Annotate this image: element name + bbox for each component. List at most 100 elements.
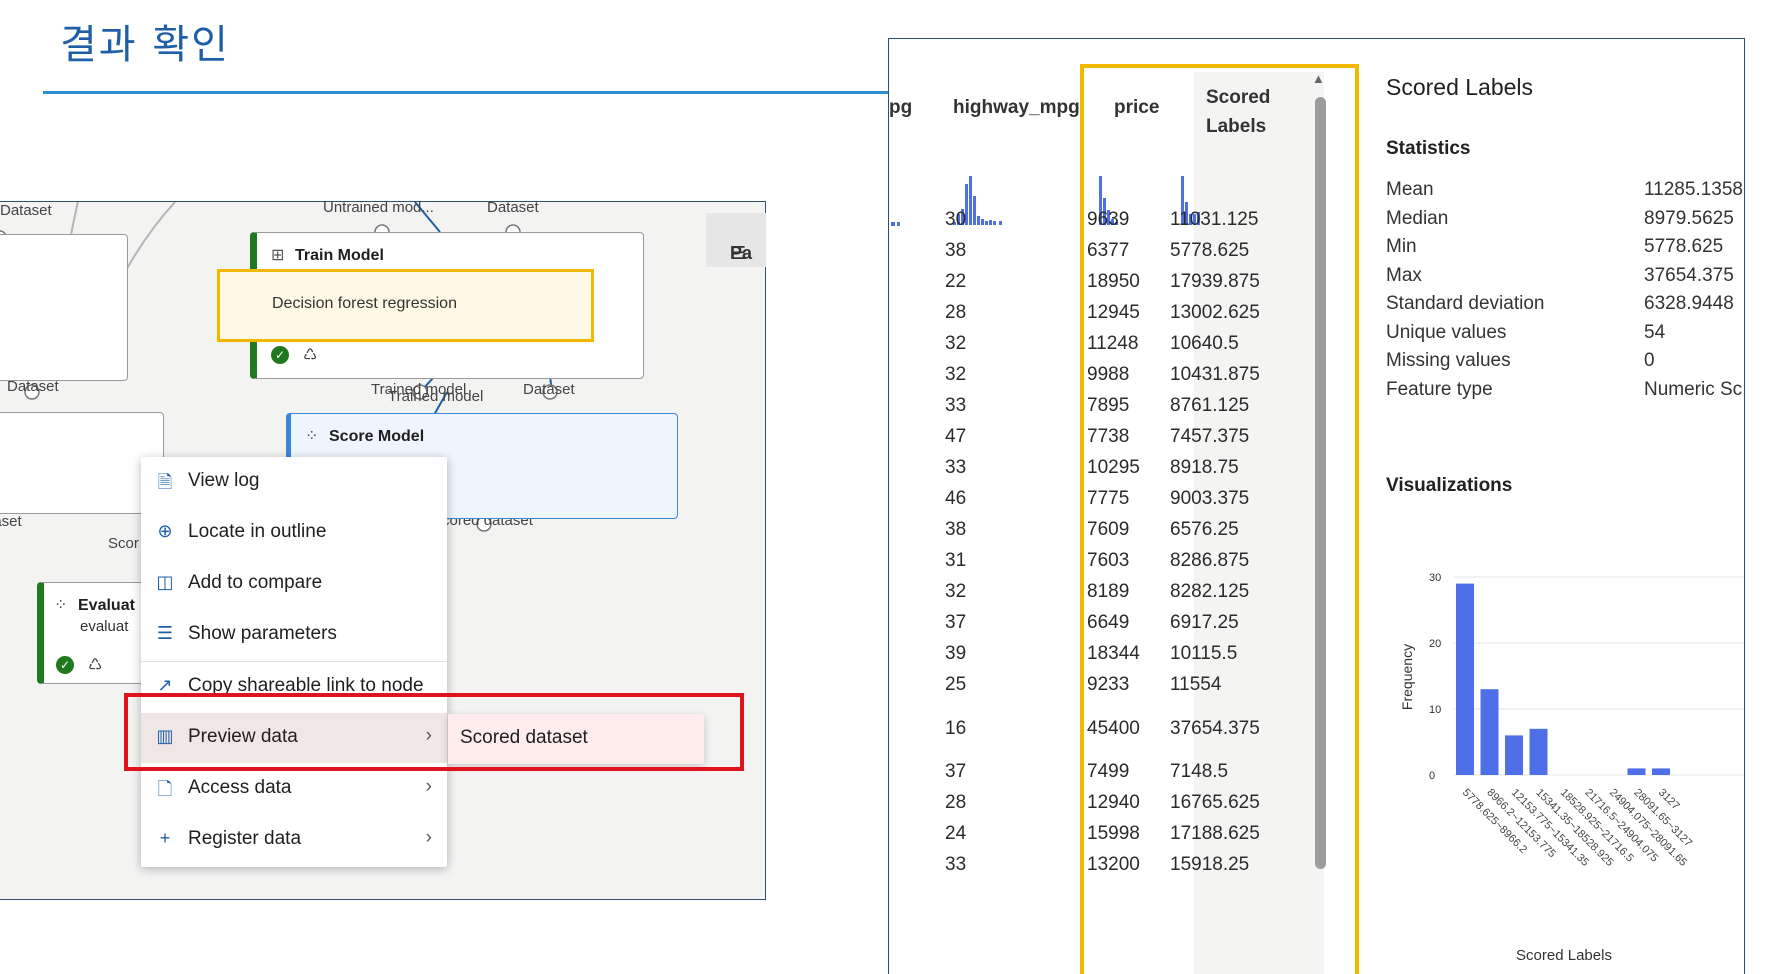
parameters-tab[interactable]: ☰ Pa <box>706 213 766 267</box>
table-cell: 37 <box>945 761 967 782</box>
stat-value: 5778.625 <box>1644 236 1724 257</box>
table-cell: 32 <box>945 364 967 385</box>
log-icon: 🗎 <box>157 472 173 492</box>
menu-item-locate-in-outline[interactable]: ⊕ Locate in outline <box>141 508 447 558</box>
table-cell: 47 <box>945 426 967 447</box>
menu-item-show-parameters[interactable]: ☰ Show parameters <box>141 610 447 660</box>
port-label-dataset-bottom: Dataset <box>0 513 22 530</box>
scatter-icon: ⁘ <box>305 428 319 445</box>
locate-icon: ⊕ <box>157 521 173 541</box>
menu-item-access-data[interactable]: 🗋 Access data › <box>141 764 447 814</box>
y-tick-label: 30 <box>1429 572 1441 584</box>
x-axis-label: Scored Labels <box>1516 947 1612 964</box>
port-label-train-dataset: Dataset <box>487 201 539 216</box>
menu-item-register-data[interactable]: + Register data › <box>141 815 447 865</box>
table-cell: 33 <box>945 395 967 416</box>
column-header-highway-mpg[interactable]: highway_mpg <box>953 97 1080 119</box>
document-icon: 🗋 <box>157 779 173 799</box>
histogram-bar <box>1456 583 1474 775</box>
histogram-bar <box>1529 728 1548 775</box>
evaluate-model-subtitle: evaluat <box>80 618 129 635</box>
y-tick-label: 20 <box>1429 638 1441 650</box>
success-check-icon: ✓ <box>56 656 74 674</box>
partial-node-top-left[interactable] <box>0 234 128 381</box>
compare-icon: ◫ <box>156 572 174 592</box>
train-model-title: Train Model <box>295 247 384 264</box>
train-model-comment: Decision forest regression <box>272 295 457 312</box>
slide-title: 결과 확인 <box>60 22 230 68</box>
stat-label: Feature type <box>1386 378 1493 400</box>
table-cell: 22 <box>945 271 967 292</box>
table-cell: 38 <box>945 519 967 540</box>
stat-label: Standard deviation <box>1386 293 1545 314</box>
column-header-mpg[interactable]: pg <box>889 97 912 119</box>
stat-label: Median <box>1386 207 1449 229</box>
stat-value: 8979.5625 <box>1644 207 1734 229</box>
evaluate-scatter-icon: ⁘ <box>54 597 68 614</box>
table-cell: 37 <box>945 612 967 633</box>
stat-label: Mean <box>1386 179 1434 200</box>
scroll-up-arrow-icon[interactable]: ▲ <box>1312 71 1325 86</box>
comment-highlight-box: Decision forest regression <box>217 269 594 342</box>
table-cell: 32 <box>945 333 967 354</box>
histogram-bar <box>1505 735 1523 775</box>
visualizations-heading: Visualizations <box>1386 475 1513 496</box>
stat-value: 54 <box>1644 321 1666 343</box>
data-preview-panel: pg highway_mpg price Scored Labels 30 963… <box>888 38 1745 974</box>
context-menu: 🗎 View log ⊕ Locate in outline ◫ Add to com… <box>141 457 447 867</box>
stat-label: Unique values <box>1386 321 1507 343</box>
table-cell: 31 <box>945 550 967 571</box>
histogram-bar <box>1627 768 1646 775</box>
stat-value: 11285.1358 <box>1644 179 1743 200</box>
histogram-bar <box>1652 768 1670 775</box>
table-cell: 28 <box>945 302 967 323</box>
parameters-icon: ☰ <box>156 623 174 643</box>
chevron-right-icon: › <box>425 776 432 797</box>
port-label-score-fragment: Scor <box>108 535 139 552</box>
table-cell: 30 <box>945 209 967 230</box>
parameters-tab-label: Pa <box>730 243 753 263</box>
table-cell: 28 <box>945 792 967 813</box>
stats-title: Scored Labels <box>1386 74 1534 100</box>
y-tick-label: 0 <box>1429 770 1435 782</box>
table-cell: 33 <box>945 854 967 875</box>
stat-value: Numeric Sc <box>1644 378 1743 400</box>
recycle-icon: ♺ <box>88 657 103 674</box>
port-label-dataset: Dataset <box>0 202 52 219</box>
table-cell: 46 <box>945 488 967 509</box>
scored-labels-histogram: 01020305778.625~8966.28966.2~12153.77512… <box>1399 572 1744 964</box>
table-cell: 32 <box>945 581 967 602</box>
table-cell: 24 <box>945 823 967 844</box>
port-label-untrained-model: Untrained mod... <box>323 201 434 216</box>
stat-value: 37654.375 <box>1644 264 1734 286</box>
success-check-icon: ✓ <box>271 346 289 364</box>
statistics-heading: Statistics <box>1386 138 1471 159</box>
stat-label: Max <box>1386 264 1422 286</box>
evaluate-model-node[interactable]: ⁘ Evaluat evaluat ✓ ♺ <box>37 582 155 684</box>
vertical-scrollbar-thumb[interactable] <box>1315 97 1326 869</box>
y-axis-label: Frequency <box>1399 644 1415 710</box>
port-label-trained-model-overlap: Trained model <box>388 388 484 405</box>
table-cell: 16 <box>945 718 967 739</box>
stat-value: 0 <box>1644 350 1655 371</box>
table-cell: 33 <box>945 457 967 478</box>
preview-data-highlight <box>124 693 744 771</box>
stat-value: 6328.9448 <box>1644 293 1734 314</box>
recycle-icon: ♺ <box>303 347 318 364</box>
stat-label: Missing values <box>1386 350 1511 371</box>
chevron-right-icon: › <box>425 827 432 848</box>
module-icon: ⊞ <box>271 247 285 264</box>
histogram-bar <box>1480 689 1499 775</box>
menu-item-add-to-compare[interactable]: ◫ Add to compare <box>141 559 447 609</box>
y-tick-label: 10 <box>1429 704 1441 716</box>
menu-item-view-log[interactable]: 🗎 View log <box>141 457 447 507</box>
table-cell: 38 <box>945 240 967 261</box>
stat-label: Min <box>1386 236 1417 257</box>
table-cell: 25 <box>945 674 967 695</box>
table-cell: 39 <box>945 643 967 664</box>
port-label-score-dataset: Dataset <box>523 381 575 398</box>
plus-icon: + <box>159 828 171 848</box>
partial-node-mid-left[interactable] <box>0 412 164 514</box>
evaluate-model-title: Evaluat <box>78 597 135 614</box>
score-model-title: Score Model <box>329 428 425 445</box>
